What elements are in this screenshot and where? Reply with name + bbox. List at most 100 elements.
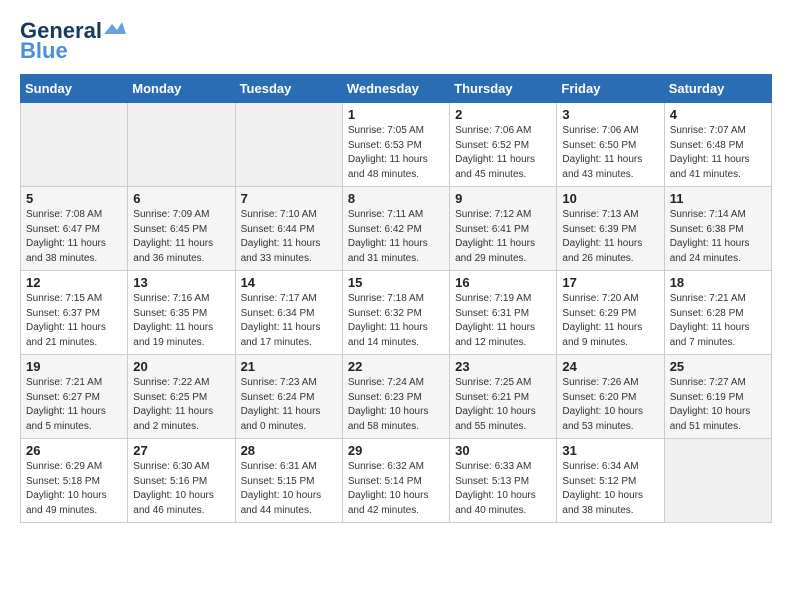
calendar-day-19: 19Sunrise: 7:21 AMSunset: 6:27 PMDayligh… <box>21 355 128 439</box>
day-info: Sunrise: 7:21 AMSunset: 6:28 PMDaylight:… <box>670 292 766 350</box>
calendar-day-22: 22Sunrise: 7:24 AMSunset: 6:23 PMDayligh… <box>342 355 449 439</box>
calendar-day-29: 29 Sunrise: 6:32 AMSunset: 5:14 PMDayligh… <box>342 439 449 523</box>
calendar-day-4: 4 Sunrise: 7:07 AMSunset: 6:48 PMDaylight… <box>664 103 771 187</box>
day-number: 29 <box>348 443 444 458</box>
day-info: Sunrise: 6:33 AMSunset: 5:13 PMDaylight:… <box>455 460 551 518</box>
day-number: 16 <box>455 275 551 290</box>
day-info: Sunrise: 7:08 AMSunset: 6:47 PMDaylight:… <box>26 208 122 266</box>
calendar-day-15: 15 Sunrise: 7:18 AMSunset: 6:32 PMDayligh… <box>342 271 449 355</box>
day-info: Sunrise: 7:07 AMSunset: 6:48 PMDaylight:… <box>670 124 766 182</box>
day-info: Sunrise: 7:18 AMSunset: 6:32 PMDaylight:… <box>348 292 444 350</box>
day-info: Sunrise: 7:26 AMSunset: 6:20 PMDaylight:… <box>562 376 658 434</box>
col-header-sunday: Sunday <box>21 75 128 103</box>
day-number: 31 <box>562 443 658 458</box>
day-number: 26 <box>26 443 122 458</box>
calendar-day-31: 31Sunrise: 6:34 AMSunset: 5:12 PMDayligh… <box>557 439 664 523</box>
day-number: 28 <box>241 443 337 458</box>
header: General Blue <box>20 18 772 64</box>
day-info: Sunrise: 7:09 AMSunset: 6:45 PMDaylight:… <box>133 208 229 266</box>
day-info: Sunrise: 7:25 AMSunset: 6:21 PMDaylight:… <box>455 376 551 434</box>
day-number: 20 <box>133 359 229 374</box>
calendar-week-row: 19Sunrise: 7:21 AMSunset: 6:27 PMDayligh… <box>21 355 772 439</box>
day-number: 25 <box>670 359 766 374</box>
day-number: 27 <box>133 443 229 458</box>
day-number: 11 <box>670 191 766 206</box>
col-header-friday: Friday <box>557 75 664 103</box>
calendar-day-25: 25 Sunrise: 7:27 AMSunset: 6:19 PMDayligh… <box>664 355 771 439</box>
calendar-empty-cell <box>235 103 342 187</box>
calendar-day-1: 1Sunrise: 7:05 AMSunset: 6:53 PMDaylight… <box>342 103 449 187</box>
day-number: 4 <box>670 107 766 122</box>
logo: General Blue <box>20 18 126 64</box>
page: General Blue SundayMondayTuesdayWednesda… <box>0 0 792 612</box>
day-info: Sunrise: 6:32 AMSunset: 5:14 PMDaylight:… <box>348 460 444 518</box>
calendar-day-12: 12Sunrise: 7:15 AMSunset: 6:37 PMDayligh… <box>21 271 128 355</box>
col-header-thursday: Thursday <box>450 75 557 103</box>
day-number: 15 <box>348 275 444 290</box>
calendar-day-23: 23 Sunrise: 7:25 AMSunset: 6:21 PMDayligh… <box>450 355 557 439</box>
day-number: 10 <box>562 191 658 206</box>
day-number: 14 <box>241 275 337 290</box>
calendar-day-26: 26 Sunrise: 6:29 AMSunset: 5:18 PMDayligh… <box>21 439 128 523</box>
calendar-week-row: 26 Sunrise: 6:29 AMSunset: 5:18 PMDayligh… <box>21 439 772 523</box>
calendar-day-20: 20 Sunrise: 7:22 AMSunset: 6:25 PMDayligh… <box>128 355 235 439</box>
day-number: 13 <box>133 275 229 290</box>
day-number: 30 <box>455 443 551 458</box>
day-info: Sunrise: 7:19 AMSunset: 6:31 PMDaylight:… <box>455 292 551 350</box>
day-number: 19 <box>26 359 122 374</box>
calendar-day-10: 10Sunrise: 7:13 AMSunset: 6:39 PMDayligh… <box>557 187 664 271</box>
calendar-week-row: 1Sunrise: 7:05 AMSunset: 6:53 PMDaylight… <box>21 103 772 187</box>
day-info: Sunrise: 7:11 AMSunset: 6:42 PMDaylight:… <box>348 208 444 266</box>
day-info: Sunrise: 7:22 AMSunset: 6:25 PMDaylight:… <box>133 376 229 434</box>
calendar-day-17: 17 Sunrise: 7:20 AMSunset: 6:29 PMDayligh… <box>557 271 664 355</box>
day-info: Sunrise: 7:23 AMSunset: 6:24 PMDaylight:… <box>241 376 337 434</box>
day-info: Sunrise: 7:17 AMSunset: 6:34 PMDaylight:… <box>241 292 337 350</box>
day-number: 2 <box>455 107 551 122</box>
calendar-day-7: 7 Sunrise: 7:10 AMSunset: 6:44 PMDaylight… <box>235 187 342 271</box>
day-number: 24 <box>562 359 658 374</box>
day-number: 21 <box>241 359 337 374</box>
calendar-day-27: 27Sunrise: 6:30 AMSunset: 5:16 PMDayligh… <box>128 439 235 523</box>
day-info: Sunrise: 6:29 AMSunset: 5:18 PMDaylight:… <box>26 460 122 518</box>
calendar-day-2: 2 Sunrise: 7:06 AMSunset: 6:52 PMDaylight… <box>450 103 557 187</box>
calendar-day-3: 3 Sunrise: 7:06 AMSunset: 6:50 PMDaylight… <box>557 103 664 187</box>
calendar-day-5: 5 Sunrise: 7:08 AMSunset: 6:47 PMDaylight… <box>21 187 128 271</box>
calendar-day-13: 13Sunrise: 7:16 AMSunset: 6:35 PMDayligh… <box>128 271 235 355</box>
day-number: 5 <box>26 191 122 206</box>
col-header-monday: Monday <box>128 75 235 103</box>
day-number: 17 <box>562 275 658 290</box>
day-info: Sunrise: 7:06 AMSunset: 6:50 PMDaylight:… <box>562 124 658 182</box>
day-info: Sunrise: 7:20 AMSunset: 6:29 PMDaylight:… <box>562 292 658 350</box>
calendar-empty-cell <box>128 103 235 187</box>
calendar-empty-cell <box>664 439 771 523</box>
day-number: 18 <box>670 275 766 290</box>
day-number: 12 <box>26 275 122 290</box>
logo-bird-icon <box>104 20 126 38</box>
day-number: 1 <box>348 107 444 122</box>
day-info: Sunrise: 7:12 AMSunset: 6:41 PMDaylight:… <box>455 208 551 266</box>
day-info: Sunrise: 7:06 AMSunset: 6:52 PMDaylight:… <box>455 124 551 182</box>
calendar-day-6: 6Sunrise: 7:09 AMSunset: 6:45 PMDaylight… <box>128 187 235 271</box>
day-info: Sunrise: 7:14 AMSunset: 6:38 PMDaylight:… <box>670 208 766 266</box>
calendar-day-24: 24 Sunrise: 7:26 AMSunset: 6:20 PMDayligh… <box>557 355 664 439</box>
day-info: Sunrise: 6:31 AMSunset: 5:15 PMDaylight:… <box>241 460 337 518</box>
day-number: 8 <box>348 191 444 206</box>
calendar-empty-cell <box>21 103 128 187</box>
calendar-day-30: 30 Sunrise: 6:33 AMSunset: 5:13 PMDayligh… <box>450 439 557 523</box>
day-info: Sunrise: 7:27 AMSunset: 6:19 PMDaylight:… <box>670 376 766 434</box>
day-number: 7 <box>241 191 337 206</box>
calendar-day-16: 16 Sunrise: 7:19 AMSunset: 6:31 PMDayligh… <box>450 271 557 355</box>
day-number: 3 <box>562 107 658 122</box>
calendar-week-row: 12Sunrise: 7:15 AMSunset: 6:37 PMDayligh… <box>21 271 772 355</box>
day-info: Sunrise: 7:24 AMSunset: 6:23 PMDaylight:… <box>348 376 444 434</box>
calendar-day-18: 18 Sunrise: 7:21 AMSunset: 6:28 PMDayligh… <box>664 271 771 355</box>
day-number: 9 <box>455 191 551 206</box>
calendar-day-11: 11 Sunrise: 7:14 AMSunset: 6:38 PMDayligh… <box>664 187 771 271</box>
day-info: Sunrise: 7:10 AMSunset: 6:44 PMDaylight:… <box>241 208 337 266</box>
day-number: 23 <box>455 359 551 374</box>
calendar-table: SundayMondayTuesdayWednesdayThursdayFrid… <box>20 74 772 523</box>
calendar-week-row: 5 Sunrise: 7:08 AMSunset: 6:47 PMDaylight… <box>21 187 772 271</box>
col-header-tuesday: Tuesday <box>235 75 342 103</box>
calendar-day-14: 14 Sunrise: 7:17 AMSunset: 6:34 PMDayligh… <box>235 271 342 355</box>
col-header-wednesday: Wednesday <box>342 75 449 103</box>
